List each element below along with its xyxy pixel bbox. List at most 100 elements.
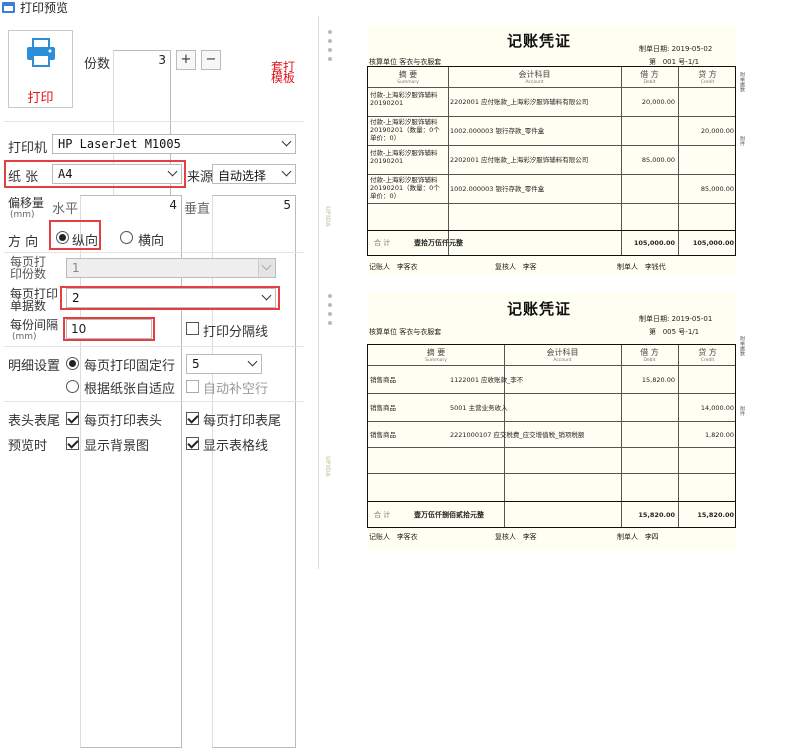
fixed-rows-radio[interactable]	[66, 357, 79, 370]
source-select[interactable]: 自动选择	[212, 164, 296, 184]
print-separator-label[interactable]: 打印分隔线	[203, 321, 268, 340]
copies-decrement-button[interactable]: −	[201, 50, 221, 70]
header-debit: 借 方 Debit	[640, 348, 659, 363]
fixed-rows-label[interactable]: 每页打印固定行	[84, 355, 175, 374]
bookkeeper: 记账人 李客衣	[369, 533, 418, 541]
paper-label: 纸 张	[8, 170, 39, 185]
print-header-checkbox[interactable]	[66, 412, 79, 425]
vertical-label: 垂直	[184, 202, 211, 217]
fixed-rows-value: 5	[192, 357, 200, 371]
chevron-down-icon	[167, 166, 178, 177]
watermark-stamp: UFIDA	[324, 456, 331, 477]
docs-per-page-value: 2	[72, 291, 80, 305]
print-footer-checkbox[interactable]	[186, 412, 199, 425]
copy-interval-label: 每份间隔	[10, 318, 59, 332]
copy-interval-input[interactable]: 10	[66, 319, 152, 339]
total-debit: 105,000.00	[633, 239, 675, 247]
print-button-label: 打印	[27, 91, 54, 106]
printer-label: 打印机	[8, 141, 48, 156]
landscape-radio[interactable]	[120, 231, 133, 244]
portrait-radio[interactable]	[56, 231, 69, 244]
portrait-label[interactable]: 纵向	[72, 230, 98, 249]
paper-select[interactable]: A4	[52, 164, 182, 184]
voucher-1: 记账凭证 制单日期: 2019-05-02 核算单位 客衣与衣服套 第 001 …	[367, 26, 736, 276]
settings-panel: 打印 份数 3 + − 套打模板 打印机 HP LaserJet M1005 纸…	[0, 16, 305, 748]
source-select-value: 自动选择	[218, 169, 267, 183]
binding-holes	[325, 294, 335, 330]
chevron-down-icon	[261, 290, 272, 301]
window-title: 打印预览	[20, 1, 69, 15]
header-summary: 摘 要 Summary	[397, 70, 419, 85]
preview-label: 预览时	[8, 439, 48, 454]
copies-per-page-select[interactable]: 1	[66, 258, 276, 278]
side-label: 附件	[739, 406, 745, 416]
watermark-stamp: UFIDA	[324, 206, 331, 227]
preview-panel[interactable]: UFIDA 记账凭证 制单日期: 2019-05-02 核算单位 客衣与衣服套 …	[318, 16, 798, 569]
total-words: 壹拾万伍仟元整	[414, 239, 463, 247]
detail-settings-label: 明细设置	[8, 359, 61, 374]
adaptive-radio[interactable]	[66, 380, 79, 393]
copies-increment-button[interactable]: +	[176, 50, 196, 70]
bookkeeper: 记账人 李客衣	[369, 263, 418, 271]
side-label: 附件	[739, 136, 745, 146]
chevron-down-icon	[247, 356, 258, 367]
show-background-checkbox[interactable]	[66, 437, 79, 450]
printer-select-value: HP LaserJet M1005	[58, 137, 181, 151]
voucher-2: 记账凭证 制单日期: 2019-05-01 核算单位 客衣与衣服套 第 005 …	[367, 292, 736, 550]
preparer: 制单人 李钱代	[617, 263, 666, 271]
total-label: 合 计	[374, 511, 391, 519]
header-credit: 贷 方 Credit	[698, 348, 717, 363]
show-grid-label[interactable]: 显示表格线	[203, 435, 268, 454]
voucher-table: 摘 要 Summary 会计科目 Account 借 方 Debit 贷 方 Credi…	[367, 344, 736, 528]
header-account: 会计科目 Account	[518, 70, 551, 85]
total-credit: 105,000.00	[692, 239, 734, 247]
chevron-down-icon	[281, 136, 292, 147]
window-titlebar: 打印预览	[0, 0, 798, 16]
divider	[4, 252, 304, 253]
header-footer-label: 表头表尾	[8, 414, 61, 429]
printer-icon	[27, 38, 55, 67]
header-credit: 贷 方 Credit	[698, 70, 717, 85]
orientation-label: 方 向	[8, 235, 39, 250]
copies-label: 份数	[84, 57, 111, 72]
template-link[interactable]: 套打模板	[268, 61, 298, 84]
voucher-title: 记账凭证	[507, 32, 572, 50]
header-debit: 借 方 Debit	[640, 70, 659, 85]
preparer: 制单人 李四	[617, 533, 659, 541]
source-label: 来源	[187, 170, 214, 185]
print-footer-label[interactable]: 每页打印表尾	[203, 410, 281, 429]
horizontal-label: 水平	[52, 202, 79, 217]
total-label: 合 计	[374, 239, 391, 247]
docs-per-page-select[interactable]: 2	[66, 288, 276, 308]
side-label: 附单据数	[739, 72, 745, 92]
voucher-date: 制单日期: 2019-05-02	[639, 45, 713, 53]
divider	[4, 346, 304, 347]
divider	[4, 121, 304, 122]
fixed-rows-select[interactable]: 5	[186, 354, 262, 374]
paper-select-value: A4	[58, 167, 73, 181]
side-label: 附单据数	[739, 336, 745, 356]
offset-label: 偏移量	[8, 196, 45, 210]
divider	[4, 401, 304, 402]
total-words: 壹万伍仟捌佰贰拾元整	[414, 511, 484, 519]
show-grid-checkbox[interactable]	[186, 437, 199, 450]
voucher-title: 记账凭证	[507, 300, 572, 318]
copies-per-page-label: 每页打印份数	[10, 255, 47, 281]
auto-fill-checkbox[interactable]	[186, 380, 199, 393]
adaptive-label[interactable]: 根据纸张自适应	[84, 378, 175, 397]
printer-select[interactable]: HP LaserJet M1005	[52, 134, 296, 154]
voucher-number: 第 005 号-1/1	[649, 328, 700, 336]
reviewer: 复核人 李客	[495, 263, 537, 271]
voucher-date: 制单日期: 2019-05-01	[639, 315, 713, 323]
show-background-label[interactable]: 显示背景图	[84, 435, 149, 454]
copy-interval-unit: (mm)	[12, 332, 37, 342]
auto-fill-label[interactable]: 自动补空行	[203, 378, 268, 397]
print-separator-checkbox[interactable]	[186, 322, 199, 335]
header-summary: 摘 要 Summary	[425, 348, 447, 363]
copies-per-page-value: 1	[72, 261, 80, 275]
print-button[interactable]: 打印	[8, 30, 73, 108]
header-account: 会计科目 Account	[546, 348, 579, 363]
landscape-label[interactable]: 横向	[138, 230, 164, 249]
print-header-label[interactable]: 每页打印表头	[84, 410, 162, 429]
voucher-table: 摘 要 Summary 会计科目 Account 借 方 Debit 贷 方 Credi…	[367, 66, 736, 256]
